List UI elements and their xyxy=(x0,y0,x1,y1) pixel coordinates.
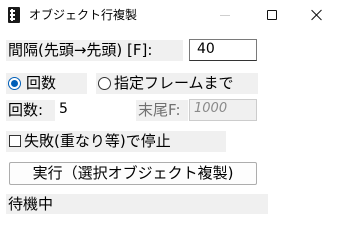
window-title: オブジェクト行複製 xyxy=(29,8,138,22)
minimize-button[interactable] xyxy=(202,0,248,30)
close-icon xyxy=(311,9,323,21)
stop-on-failure-checkbox[interactable] xyxy=(9,135,21,147)
end-frame-input: 1000 xyxy=(189,99,257,121)
execute-button[interactable]: 実行（選択オブジェクト複製) xyxy=(9,162,257,185)
app-icon xyxy=(8,7,20,23)
radio-until-frame[interactable] xyxy=(98,77,111,90)
count-input[interactable]: 5 xyxy=(55,100,117,121)
close-button[interactable] xyxy=(294,0,340,30)
maximize-button[interactable] xyxy=(249,0,295,30)
stop-on-failure-label[interactable]: 失敗(重なり等)で停止 xyxy=(6,131,226,152)
title-bar[interactable]: オブジェクト行複製 xyxy=(0,0,340,30)
end-frame-label: 末尾F: xyxy=(136,100,188,121)
app-window: オブジェクト行複製 間隔(先頭→先頭) [F]: 40 回数 指定フレームまで … xyxy=(0,0,340,233)
interval-label: 間隔(先頭→先頭) [F]: xyxy=(6,40,183,61)
minimize-icon xyxy=(220,14,230,16)
radio-count[interactable] xyxy=(8,77,21,90)
radio-until-frame-label[interactable]: 指定フレームまで xyxy=(96,73,258,94)
status-text: 待機中 xyxy=(6,194,268,214)
count-label: 回数: xyxy=(6,100,58,121)
maximize-icon xyxy=(267,10,277,20)
interval-input[interactable]: 40 xyxy=(189,39,257,61)
